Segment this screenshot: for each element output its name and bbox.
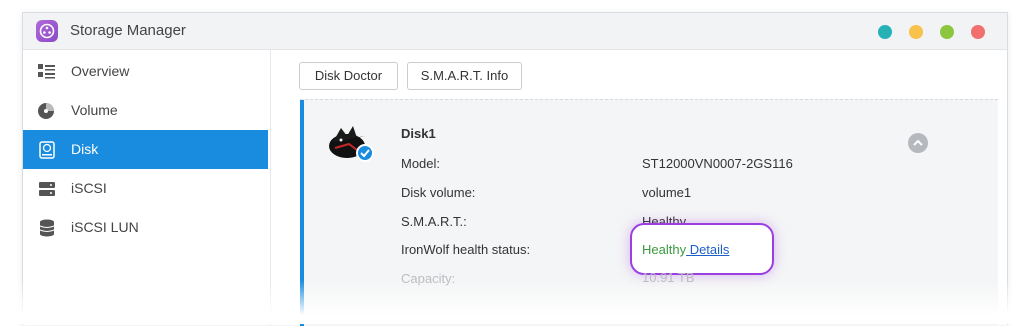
sidebar-item-label: iSCSI [71,180,107,196]
capacity-value: 10.91 TB [642,270,695,285]
smart-info-button[interactable]: S.M.A.R.T. Info [407,62,522,90]
selection-indicator [300,100,304,326]
sidebar-item-volume[interactable]: Volume [23,91,268,130]
sidebar-item-label: iSCSI LUN [71,219,139,235]
ironwolf-health-label: IronWolf health status: [401,242,531,257]
close-button[interactable] [971,25,985,39]
window-title: Storage Manager [70,22,186,39]
sidebar-item-label: Volume [71,102,118,118]
ironwolf-details-link[interactable]: Details [686,242,730,257]
collapse-button[interactable] [908,133,928,153]
model-label: Model: [401,156,441,171]
title-bar: Storage Manager [23,13,1007,50]
sidebar-item-iscsi-lun[interactable]: iSCSI LUN [23,208,268,247]
smart-label: S.M.A.R.T.: [401,214,467,229]
model-value: ST12000VN0007-2GS116 [642,156,793,171]
sidebar-item-disk[interactable]: Disk [23,130,268,169]
disk-volume-label: Disk volume: [401,185,476,200]
chevron-up-icon [913,139,923,146]
ironwolf-health-status: Healthy [642,242,687,257]
disk-name: Disk1 [401,126,436,141]
sidebar-item-label: Overview [71,63,130,79]
disk-doctor-button[interactable]: Disk Doctor [299,62,398,90]
overview-icon [38,64,55,79]
disk-volume-value: volume1 [642,185,692,200]
ironwolf-health-value: Healthy Details [642,242,729,257]
maximize-button[interactable] [940,25,954,39]
sidebar-item-iscsi[interactable]: iSCSI [23,169,268,208]
sidebar-item-overview[interactable]: Overview [23,52,268,91]
sidebar-item-label: Disk [71,141,99,157]
disk-icon [39,141,55,159]
storage-manager-window: Storage Manager Overview Volume Disk iSC… [22,12,1008,326]
sidebar: Overview Volume Disk iSCSI iSCSI LUN [23,50,271,325]
volume-icon [38,103,54,119]
disk-detail-panel: Disk1 Model: ST12000VN0007-2GS116 Disk v… [300,99,998,326]
info-button[interactable] [878,25,892,39]
iscsi-lun-icon [39,219,55,237]
seagate-ironwolf-disk-icon [329,126,374,162]
iscsi-icon [39,182,55,196]
capacity-label: Capacity: [401,271,456,286]
storage-manager-icon [36,20,58,42]
minimize-button[interactable] [909,25,923,39]
